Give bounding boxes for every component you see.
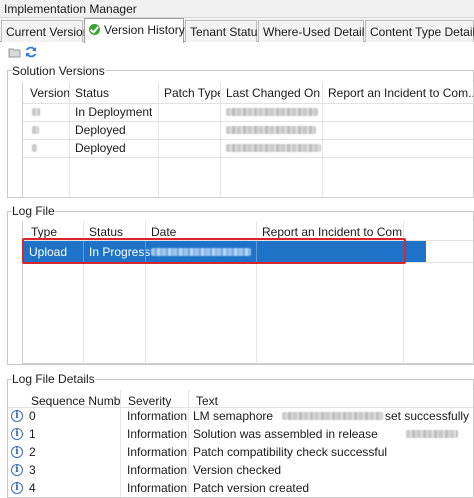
row-text-suffix: set successfully (385, 409, 470, 423)
redacted-date (226, 108, 318, 116)
redacted-text (282, 412, 383, 420)
row-severity: Information (127, 481, 188, 495)
row-severity: Information (127, 463, 188, 477)
log-file-title: Log File (12, 204, 55, 218)
log-file-details-title: Log File Details (12, 372, 95, 386)
tab-label: Where-Used Details (263, 25, 371, 39)
row-status: In Deployment (75, 105, 153, 119)
solution-versions-title: Solution Versions (12, 64, 105, 78)
row-text: Patch compatibility check successful (193, 445, 388, 459)
row-severity: Information (127, 445, 188, 459)
info-icon: i (11, 482, 23, 494)
tab-label: Content Type Details (370, 25, 474, 39)
tab-content-type-details[interactable]: Content Type Details (365, 20, 474, 42)
row-text: LM semaphore (193, 409, 274, 423)
folder-icon[interactable] (8, 45, 22, 59)
info-icon: i (11, 410, 23, 422)
check-circle-icon (89, 24, 100, 35)
row-status: Deployed (75, 141, 126, 155)
tab-label: Current Version (6, 25, 90, 39)
row-text: Patch version created (193, 481, 310, 495)
refresh-icon[interactable] (24, 45, 38, 59)
redacted-date (226, 126, 316, 134)
row-severity: Information (127, 427, 188, 441)
log-file-details-table[interactable]: Sequence Number Severity Text i 0 Inform… (8, 390, 474, 498)
solution-versions-table[interactable]: Version Status Patch Type Last Changed O… (22, 82, 474, 198)
redacted-date (226, 144, 321, 152)
row-seq: 3 (29, 463, 36, 477)
window-title: Implementation Manager (0, 0, 474, 18)
tab-label: Tenant Status (190, 25, 264, 39)
row-text: Solution was assembled in release (193, 427, 378, 441)
col-status[interactable]: Status (72, 82, 158, 103)
col-patch-type[interactable]: Patch Type (161, 82, 220, 103)
redacted-version (32, 108, 40, 116)
row-status: Deployed (75, 123, 126, 137)
row-seq: 2 (29, 445, 36, 459)
row-severity: Information (127, 409, 188, 423)
row-text: Version checked (193, 463, 282, 477)
redacted-version (32, 144, 37, 152)
redacted-version (32, 126, 39, 134)
info-icon: i (11, 464, 23, 476)
toolbar (0, 43, 474, 61)
tab-current-version[interactable]: Current Version (1, 20, 89, 42)
tab-label: Version History (104, 23, 185, 37)
tab-where-used-details[interactable]: Where-Used Details (258, 20, 370, 42)
info-icon: i (11, 428, 23, 440)
tab-version-history[interactable]: Version History (84, 18, 185, 43)
info-icon: i (11, 446, 23, 458)
col-version[interactable]: Version (27, 82, 69, 103)
highlight-annotation-box (22, 238, 406, 264)
col-last-changed-on[interactable]: Last Changed On (223, 82, 322, 103)
row-seq: 0 (29, 409, 36, 423)
tab-tenant-status[interactable]: Tenant Status (185, 20, 263, 42)
col-report-incident[interactable]: Report an Incident to Com... (325, 82, 473, 103)
redacted-text (406, 430, 458, 438)
tab-bar: Current Version Version History Tenant S… (0, 18, 474, 43)
row-seq: 1 (29, 427, 36, 441)
row-seq: 4 (29, 481, 36, 495)
